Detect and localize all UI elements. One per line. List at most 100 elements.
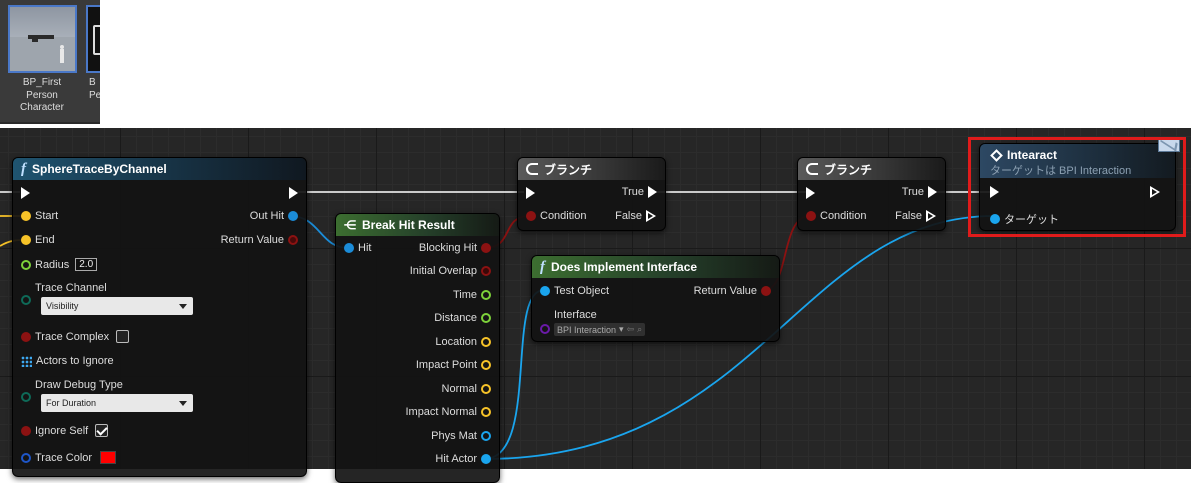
browse-search-icon[interactable]: ⌕ — [637, 324, 642, 335]
object-pin-icon — [540, 286, 550, 296]
pin-label: Trace Complex — [35, 330, 110, 343]
exec-in-pin[interactable] — [806, 187, 815, 199]
node-title: Does Implement Interface — [551, 260, 698, 274]
pin-label: Start — [35, 210, 59, 222]
draw-debug-type-pin[interactable] — [21, 392, 31, 402]
pin-label: False — [895, 210, 922, 222]
interface-class-value: BPI Interaction — [557, 324, 617, 335]
pin-label: Hit Actor — [435, 453, 477, 465]
distance-pin[interactable]: Distance — [434, 312, 491, 324]
out-hit-pin[interactable]: Out Hit — [250, 210, 298, 222]
test-object-pin[interactable]: Test Object — [540, 285, 609, 297]
float-pin-icon — [481, 313, 491, 323]
asset-name-line: Character — [20, 102, 64, 113]
pin-label: Condition — [820, 210, 867, 222]
trace-complex-pin[interactable]: Trace Complex — [21, 330, 130, 343]
trace-complex-checkbox[interactable] — [116, 330, 130, 343]
exec-icon — [806, 187, 815, 199]
asset-tile-2[interactable]: B Pe — [84, 0, 100, 124]
location-pin[interactable]: Location — [435, 336, 491, 348]
end-pin[interactable]: End — [21, 234, 55, 246]
node-header: ブランチ — [798, 158, 945, 180]
false-pin[interactable]: False — [615, 210, 657, 222]
trace-color-swatch[interactable] — [100, 451, 117, 464]
object-pin-icon — [481, 454, 491, 464]
exec-out-pin[interactable] — [289, 187, 298, 199]
initial-overlap-pin[interactable]: Initial Overlap — [410, 265, 491, 277]
normal-pin[interactable]: Normal — [442, 383, 491, 395]
struct-pin-icon — [344, 243, 354, 253]
trace-color-pin[interactable]: Trace Color — [21, 451, 117, 464]
exec-in-pin[interactable] — [526, 187, 535, 199]
branch-node-1[interactable]: ブランチ True Condition False — [517, 157, 666, 231]
pin-label: Impact Normal — [405, 406, 477, 418]
true-pin[interactable]: True — [622, 186, 657, 198]
pin-label: Ignore Self — [35, 424, 89, 437]
interface-pin[interactable]: Interface BPI Interaction ▾ ⇦ ⌕ — [540, 309, 646, 336]
radius-value-input[interactable]: 2.0 — [75, 258, 98, 271]
bool-pin-icon — [481, 266, 491, 276]
byte-pin-icon — [21, 392, 31, 402]
draw-debug-type-dropdown[interactable]: For Duration — [41, 394, 193, 412]
start-pin[interactable]: Start — [21, 210, 58, 222]
vector-pin-icon — [481, 407, 491, 417]
node-header: f SphereTraceByChannel — [13, 158, 306, 180]
true-pin[interactable]: True — [902, 186, 937, 198]
vector-pin-icon — [481, 360, 491, 370]
content-browser: BP_First Person Character B Pe — [0, 0, 1191, 128]
node-title: ブランチ — [544, 162, 593, 177]
asset-name-line: BP_First — [22, 77, 62, 88]
return-value-pin[interactable]: Return Value — [694, 285, 771, 297]
pin-label: Time — [452, 289, 477, 301]
time-pin[interactable]: Time — [453, 289, 491, 301]
ignore-self-checkbox[interactable] — [95, 424, 109, 437]
impact-normal-pin[interactable]: Impact Normal — [405, 406, 491, 418]
branch-node-2[interactable]: ブランチ True Condition False — [797, 157, 946, 231]
pin-label: False — [615, 210, 642, 222]
use-selected-arrow-icon[interactable]: ⇦ — [627, 324, 635, 335]
exec-icon — [928, 186, 937, 198]
ignore-self-pin[interactable]: Ignore Self — [21, 424, 109, 437]
exec-icon — [646, 210, 657, 222]
break-hit-result-node[interactable]: ⋲ Break Hit Result Hit Blocking Hit Initi… — [335, 213, 500, 483]
return-value-pin[interactable]: Return Value — [221, 234, 298, 246]
byte-pin-icon — [21, 295, 31, 305]
does-implement-interface-node[interactable]: f Does Implement Interface Test Object Re… — [531, 255, 780, 342]
pin-label: Hit — [358, 242, 372, 254]
vector-pin-icon — [21, 235, 31, 245]
actors-to-ignore-pin[interactable]: Actors to Ignore — [21, 355, 114, 367]
array-pin-icon — [21, 355, 32, 367]
phys-mat-pin[interactable]: Phys Mat — [431, 430, 491, 442]
trace-channel-dropdown[interactable]: Visibility — [41, 297, 193, 315]
float-pin-icon — [481, 290, 491, 300]
impact-point-pin[interactable]: Impact Point — [416, 359, 491, 371]
break-icon: ⋲ — [344, 218, 356, 232]
pin-label: Trace Channel — [35, 282, 107, 294]
asset-tile-bp-first-person-character[interactable]: BP_First Person Character — [0, 0, 84, 124]
vector-pin-icon — [481, 384, 491, 394]
bool-pin-icon — [761, 286, 771, 296]
interface-class-picker[interactable]: BPI Interaction ▾ ⇦ ⌕ — [554, 323, 646, 336]
sphere-trace-node[interactable]: f SphereTraceByChannel Start Out Hit End … — [12, 157, 307, 477]
exec-in-pin[interactable] — [21, 187, 30, 199]
blueprint-graph[interactable]: f SphereTraceByChannel Start Out Hit End … — [0, 128, 1191, 483]
float-pin-icon — [21, 259, 31, 270]
blocking-hit-pin[interactable]: Blocking Hit — [419, 242, 491, 254]
character-thumbnail-icon — [10, 35, 75, 71]
pin-label: Normal — [441, 383, 477, 395]
hit-actor-pin[interactable]: Hit Actor — [435, 453, 491, 465]
pin-label: True — [901, 186, 924, 198]
bool-pin-icon — [481, 243, 491, 253]
pin-label: Radius — [35, 258, 70, 271]
condition-pin[interactable]: Condition — [806, 210, 866, 222]
radius-pin[interactable]: Radius 2.0 — [21, 258, 98, 271]
object-pin-icon — [481, 431, 491, 441]
color-pin-icon — [21, 452, 31, 463]
false-pin[interactable]: False — [895, 210, 937, 222]
hit-pin[interactable]: Hit — [344, 242, 371, 254]
trace-channel-label-row: Trace Channel — [21, 282, 107, 294]
condition-pin[interactable]: Condition — [526, 210, 586, 222]
pin-label: Location — [435, 336, 477, 348]
trace-channel-pin[interactable] — [21, 295, 31, 305]
chevron-down-icon: ▾ — [619, 324, 624, 334]
